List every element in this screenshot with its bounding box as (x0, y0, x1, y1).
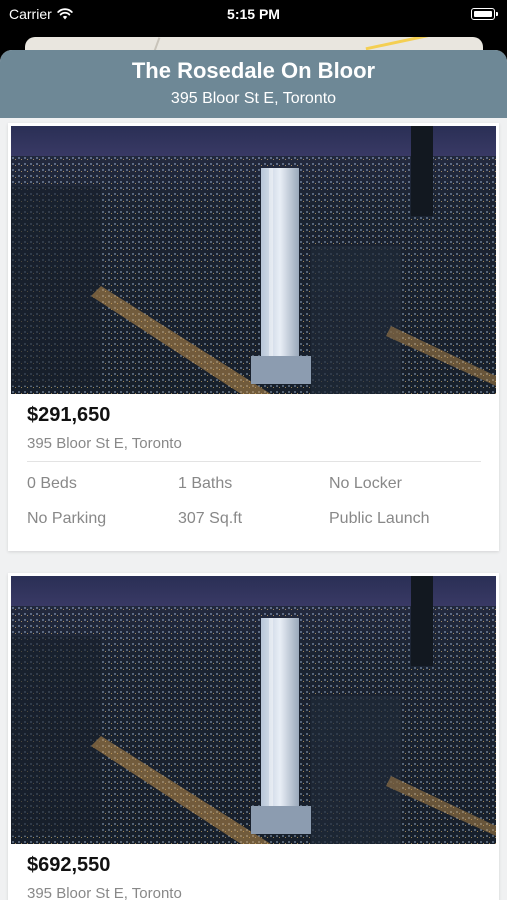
spec-size: 307 Sq.ft (178, 510, 243, 527)
app-screen: Carrier 5:15 PM The Rosedale On Bloor 39… (0, 0, 507, 900)
listing-sheet[interactable]: The Rosedale On Bloor 395 Bloor St E, To… (0, 50, 507, 900)
spec-status: Public Launch (329, 510, 430, 527)
sheet-header[interactable]: The Rosedale On Bloor 395 Bloor St E, To… (0, 50, 507, 118)
building-title: The Rosedale On Bloor (131, 58, 376, 83)
listing-price: $291,650 (27, 404, 111, 426)
building-photo (11, 576, 496, 844)
map-road (365, 37, 445, 51)
battery-icon (471, 8, 498, 20)
status-bar: Carrier 5:15 PM (0, 0, 507, 30)
spec-beds: 0 Beds (27, 475, 77, 492)
status-time: 5:15 PM (227, 6, 280, 22)
listing-price: $692,550 (27, 854, 111, 876)
listing-address: 395 Bloor St E, Toronto (27, 885, 182, 900)
building-photo (11, 126, 496, 394)
spec-parking: No Parking (27, 510, 107, 527)
listing-card[interactable]: $291,650 395 Bloor St E, Toronto 0 Beds … (8, 123, 499, 551)
spec-baths: 1 Baths (178, 475, 233, 492)
building-address: 395 Bloor St E, Toronto (170, 90, 337, 107)
listing-card[interactable]: $692,550 395 Bloor St E, Toronto (8, 573, 499, 900)
listing-specs: 0 Beds 1 Baths No Locker No Parking 307 … (27, 475, 499, 528)
listing-address: 395 Bloor St E, Toronto (27, 435, 182, 452)
spec-locker: No Locker (329, 475, 402, 492)
divider (27, 461, 481, 462)
